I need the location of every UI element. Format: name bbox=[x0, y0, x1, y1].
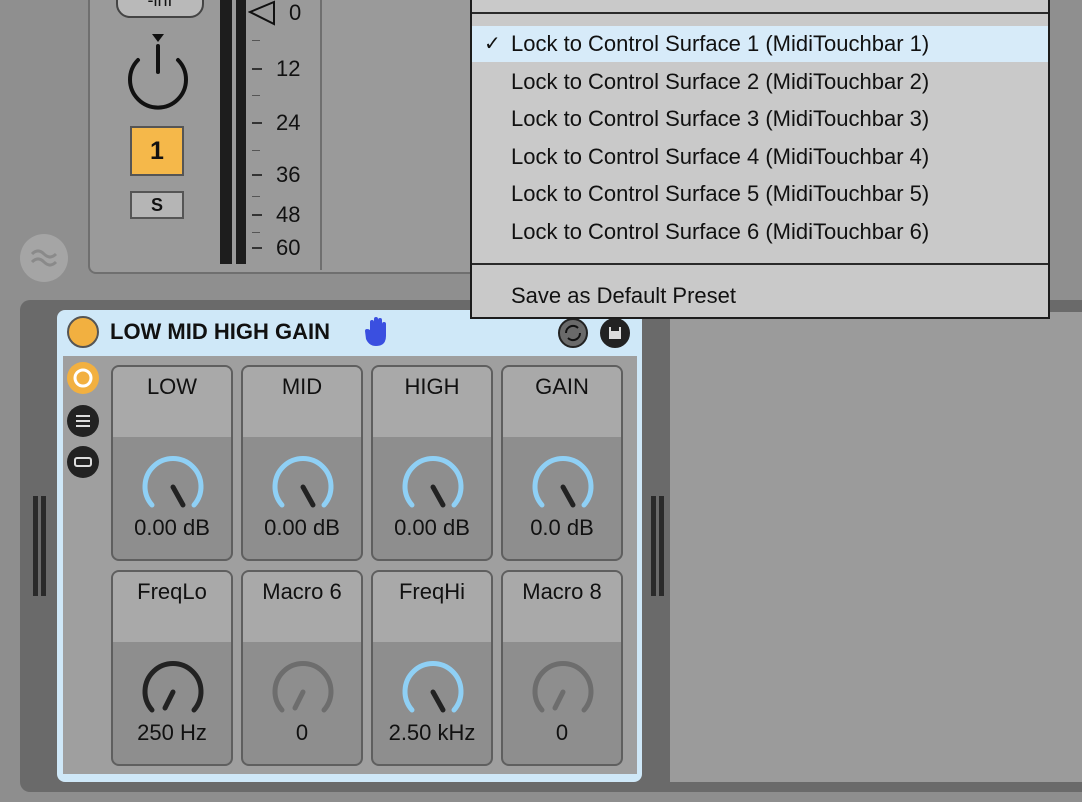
volume-fader-marker-icon[interactable] bbox=[248, 0, 276, 26]
meter-minor-tick bbox=[252, 95, 260, 96]
macro-name: MID bbox=[243, 367, 361, 437]
macro-name: FreqLo bbox=[113, 572, 231, 642]
wave-icon[interactable] bbox=[20, 234, 68, 282]
chain-fold-handle-right[interactable] bbox=[651, 496, 656, 596]
menu-item-lock-surface-1[interactable]: ✓ Lock to Control Surface 1 (MidiTouchbar… bbox=[472, 26, 1048, 62]
menu-separator bbox=[472, 12, 1048, 14]
macro-knob-1[interactable]: LOW 0.00 dB bbox=[111, 365, 233, 561]
meter-scale-label: 24 bbox=[276, 110, 301, 135]
macro-controls-toggle-icon[interactable] bbox=[67, 362, 99, 394]
meter-scale-label: 36 bbox=[276, 162, 301, 187]
menu-item-label: Lock to Control Surface 4 (MidiTouchbar … bbox=[511, 143, 930, 169]
knob-dial-icon bbox=[532, 660, 594, 713]
chain-list-toggle-icon[interactable] bbox=[67, 405, 99, 437]
checkmark-icon: ✓ bbox=[484, 33, 501, 55]
menu-item-lock-surface-6[interactable]: Lock to Control Surface 6 (MidiTouchbar … bbox=[472, 214, 1048, 250]
knob-dial-icon bbox=[272, 455, 334, 508]
macro-knob-5[interactable]: FreqLo 250 Hz bbox=[111, 570, 233, 766]
macro-name: GAIN bbox=[503, 367, 621, 437]
menu-item-lock-surface-3[interactable]: Lock to Control Surface 3 (MidiTouchbar … bbox=[472, 101, 1048, 137]
menu-item-lock-surface-4[interactable]: Lock to Control Surface 4 (MidiTouchbar … bbox=[472, 139, 1048, 175]
randomize-macros-icon[interactable] bbox=[558, 318, 588, 348]
macro-name: Macro 8 bbox=[503, 572, 621, 642]
meter-scale-label: 12 bbox=[276, 56, 301, 81]
knob-dial-icon bbox=[142, 455, 204, 508]
meter-tick bbox=[252, 247, 262, 249]
menu-item-save-default-preset[interactable]: Save as Default Preset bbox=[472, 278, 1048, 314]
meter-tick bbox=[252, 68, 262, 70]
menu-item-lock-surface-2[interactable]: Lock to Control Surface 2 (MidiTouchbar … bbox=[472, 64, 1048, 100]
show-devices-toggle-icon[interactable] bbox=[67, 446, 99, 478]
macro-value: 0.0 dB bbox=[530, 515, 594, 540]
mixer-divider bbox=[320, 0, 322, 270]
macro-value: 0 bbox=[295, 720, 309, 745]
device-power-button[interactable] bbox=[67, 316, 99, 348]
macro-knob-3[interactable]: HIGH 0.00 dB bbox=[371, 365, 493, 561]
macro-name: FreqHi bbox=[373, 572, 491, 642]
macro-knob-7[interactable]: FreqHi 2.50 kHz bbox=[371, 570, 493, 766]
pan-knob-icon[interactable] bbox=[122, 34, 194, 114]
chain-fold-handle-right[interactable] bbox=[659, 496, 664, 596]
menu-item-label: Lock to Control Surface 5 (MidiTouchbar … bbox=[511, 181, 930, 206]
knob-dial-icon bbox=[142, 660, 204, 713]
meter-scale-label: 60 bbox=[276, 235, 301, 260]
level-meter-right bbox=[236, 0, 246, 264]
level-meter-left bbox=[220, 0, 232, 264]
menu-item-label: Lock to Control Surface 1 (MidiTouchbar … bbox=[511, 31, 930, 56]
save-preset-icon[interactable] bbox=[600, 318, 630, 348]
macro-value: 0.00 dB bbox=[264, 515, 340, 540]
macro-value: 250 Hz bbox=[137, 720, 207, 745]
meter-minor-tick bbox=[252, 232, 260, 233]
menu-item-label: Lock to Control Surface 3 (MidiTouchbar … bbox=[511, 106, 930, 131]
macro-knob-8[interactable]: Macro 8 0 bbox=[501, 570, 623, 766]
knob-dial-icon bbox=[272, 660, 334, 713]
macro-value: 2.50 kHz bbox=[388, 720, 476, 745]
macro-value: 0.00 dB bbox=[394, 515, 470, 540]
macro-knob-6[interactable]: Macro 6 0 bbox=[241, 570, 363, 766]
knob-dial-icon bbox=[402, 455, 464, 508]
track-activator-button[interactable]: 1 bbox=[130, 126, 184, 176]
meter-minor-tick bbox=[252, 150, 260, 151]
chain-fold-handle-left[interactable] bbox=[33, 496, 38, 596]
track-volume-field[interactable]: -inf bbox=[116, 0, 204, 18]
meter-scale-label: 0 bbox=[289, 0, 302, 25]
knob-dial-icon bbox=[532, 455, 594, 508]
macro-knob-2[interactable]: MID 0.00 dB bbox=[241, 365, 363, 561]
macro-value: 0.00 dB bbox=[134, 515, 210, 540]
menu-separator bbox=[472, 263, 1048, 265]
meter-tick bbox=[252, 214, 262, 216]
solo-button[interactable]: S bbox=[130, 191, 184, 219]
context-menu: ✓ Lock to Control Surface 1 (MidiTouchbar… bbox=[470, 0, 1050, 319]
chain-fold-handle-left[interactable] bbox=[41, 496, 46, 596]
macro-name: LOW bbox=[113, 367, 231, 437]
menu-item-label: Lock to Control Surface 6 (MidiTouchbar … bbox=[511, 218, 930, 244]
macro-value: 0 bbox=[555, 720, 569, 745]
meter-minor-tick bbox=[252, 40, 260, 41]
meter-tick bbox=[252, 174, 262, 176]
menu-item-label: Lock to Control Surface 2 (MidiTouchbar … bbox=[511, 68, 930, 94]
device-drop-area bbox=[670, 312, 1082, 782]
rack-title[interactable]: LOW MID HIGH GAIN bbox=[110, 316, 330, 348]
knob-dial-icon bbox=[402, 660, 464, 713]
macro-name: HIGH bbox=[373, 367, 491, 437]
macro-knob-4[interactable]: GAIN 0.0 dB bbox=[501, 365, 623, 561]
meter-minor-tick bbox=[252, 196, 260, 197]
hand-icon bbox=[365, 317, 386, 346]
macro-name: Macro 6 bbox=[243, 572, 361, 642]
meter-scale-label: 48 bbox=[276, 202, 301, 227]
menu-item-lock-surface-5[interactable]: Lock to Control Surface 5 (MidiTouchbar … bbox=[472, 176, 1048, 212]
meter-tick bbox=[252, 122, 262, 124]
